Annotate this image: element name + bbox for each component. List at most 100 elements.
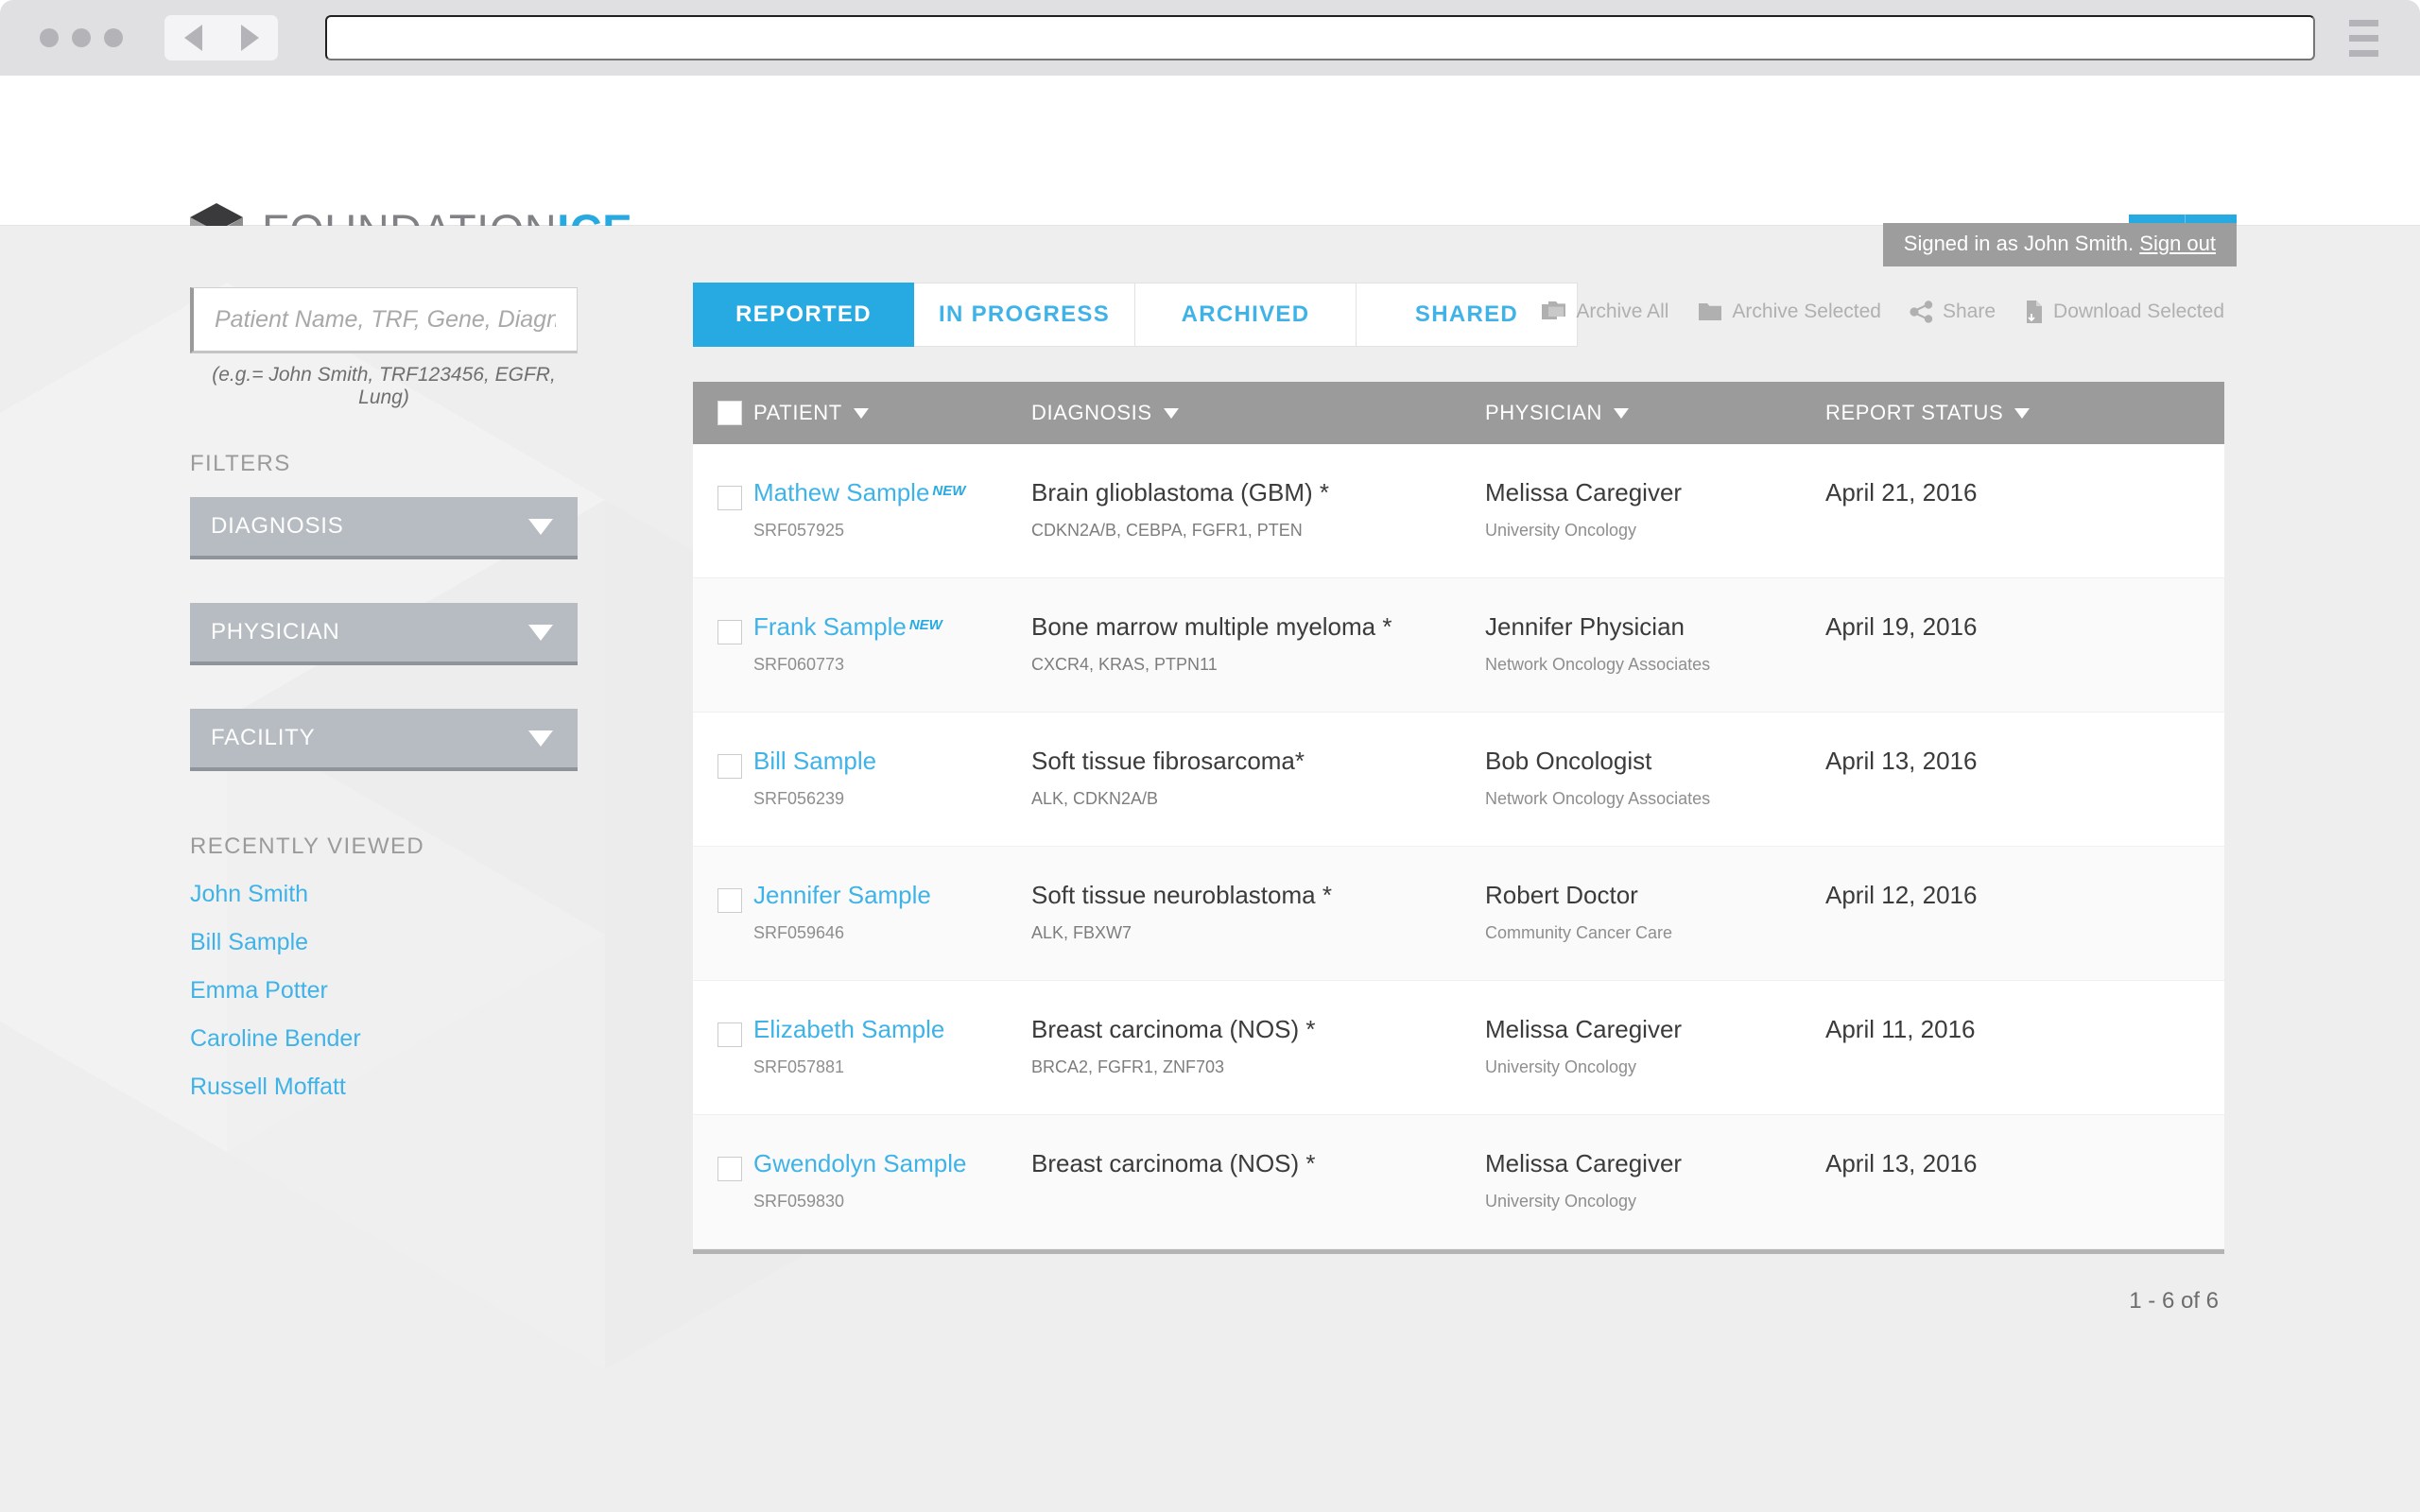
patient-name-link[interactable]: Mathew Sample (753, 478, 929, 507)
row-checkbox-cell (693, 1115, 753, 1248)
column-header-report-status[interactable]: REPORT STATUS (1825, 401, 2224, 425)
row-checkbox-cell (693, 578, 753, 712)
new-badge: NEW (909, 617, 942, 633)
recent-item-bill-sample[interactable]: Bill Sample (190, 929, 578, 956)
browser-chrome (0, 0, 2420, 76)
patient-name-link[interactable]: Frank Sample (753, 612, 907, 641)
physician-facility: University Oncology (1485, 1192, 1825, 1211)
chevron-down-icon (528, 730, 553, 747)
diagnosis-text: Breast carcinoma (NOS) * (1031, 1015, 1485, 1044)
tab-archived[interactable]: ARCHIVED (1135, 283, 1357, 347)
tab-reported[interactable]: REPORTED (693, 283, 914, 347)
archive-selected-label: Archive Selected (1732, 301, 1881, 323)
sort-caret-icon (1164, 408, 1179, 419)
physician-name: Bob Oncologist (1485, 747, 1825, 776)
column-header-report-status-label: REPORT STATUS (1825, 401, 2003, 425)
patient-name-link[interactable]: Bill Sample (753, 747, 876, 775)
url-input[interactable] (325, 15, 2315, 60)
cell-report-status: April 13, 2016 (1825, 713, 2224, 846)
cell-physician: Jennifer Physician Network Oncology Asso… (1485, 578, 1825, 712)
filter-label-diagnosis: DIAGNOSIS (211, 513, 344, 540)
row-checkbox[interactable] (717, 1157, 742, 1181)
signed-in-text: Signed in as John Smith. (1904, 232, 2134, 255)
download-selected-button[interactable]: Download Selected (2024, 300, 2224, 324)
physician-name: Melissa Caregiver (1485, 1149, 1825, 1178)
search-input[interactable] (190, 287, 578, 353)
cell-physician: Robert Doctor Community Cancer Care (1485, 847, 1825, 980)
cell-physician: Melissa Caregiver University Oncology (1485, 1115, 1825, 1248)
diagnosis-text: Soft tissue fibrosarcoma* (1031, 747, 1485, 776)
recent-item-caroline-bender[interactable]: Caroline Bender (190, 1025, 578, 1053)
select-all-checkbox[interactable] (717, 401, 742, 425)
column-header-diagnosis[interactable]: DIAGNOSIS (1031, 401, 1485, 425)
sidebar: (e.g.= John Smith, TRF123456, EGFR, Lung… (190, 287, 578, 1101)
archive-all-button[interactable]: Archive All (1541, 301, 1668, 323)
diagnosis-genes: ALK, CDKN2A/B (1031, 789, 1485, 809)
table-row[interactable]: Gwendolyn Sample SRF059830 Breast carcin… (693, 1115, 2224, 1249)
archive-selected-button[interactable]: Archive Selected (1697, 301, 1881, 323)
share-icon (1910, 301, 1934, 323)
column-header-diagnosis-label: DIAGNOSIS (1031, 401, 1152, 425)
physician-facility: University Oncology (1485, 521, 1825, 541)
diagnosis-genes: CDKN2A/B, CEBPA, FGFR1, PTEN (1031, 521, 1485, 541)
table-row[interactable]: Bill Sample SRF056239 Soft tissue fibros… (693, 713, 2224, 847)
forward-arrow-icon[interactable] (241, 25, 259, 51)
row-checkbox[interactable] (717, 754, 742, 779)
patient-name-link[interactable]: Elizabeth Sample (753, 1015, 944, 1043)
chevron-down-icon (528, 519, 553, 535)
close-window-button[interactable] (40, 28, 59, 47)
diagnosis-genes: BRCA2, FGFR1, ZNF703 (1031, 1057, 1485, 1077)
recent-item-emma-potter[interactable]: Emma Potter (190, 977, 578, 1005)
patient-trf-id: SRF059830 (753, 1192, 1031, 1211)
select-all-checkbox-cell (693, 401, 753, 425)
pagination-summary: 1 - 6 of 6 (693, 1288, 2224, 1314)
sign-out-link[interactable]: Sign out (2139, 232, 2216, 255)
column-header-patient-label: PATIENT (753, 401, 842, 425)
table-row[interactable]: Jennifer Sample SRF059646 Soft tissue ne… (693, 847, 2224, 981)
diagnosis-genes: CXCR4, KRAS, PTPN11 (1031, 655, 1485, 675)
row-checkbox[interactable] (717, 620, 742, 644)
sort-caret-icon (854, 408, 869, 419)
filter-dropdown-facility[interactable]: FACILITY (190, 709, 578, 771)
filter-dropdown-diagnosis[interactable]: DIAGNOSIS (190, 497, 578, 559)
folder-icon (1697, 301, 1723, 323)
minimize-window-button[interactable] (72, 28, 91, 47)
cell-report-status: April 21, 2016 (1825, 444, 2224, 577)
signed-in-bar: Signed in as John Smith. Sign out (1883, 223, 2237, 266)
patient-name-link[interactable]: Jennifer Sample (753, 881, 931, 909)
table-row[interactable]: Frank SampleNEW SRF060773 Bone marrow mu… (693, 578, 2224, 713)
sort-caret-icon (1614, 408, 1629, 419)
column-header-physician[interactable]: PHYSICIAN (1485, 401, 1825, 425)
filter-dropdown-physician[interactable]: PHYSICIAN (190, 603, 578, 665)
hamburger-menu-icon[interactable] (2349, 20, 2378, 57)
column-header-patient[interactable]: PATIENT (753, 401, 1031, 425)
row-checkbox[interactable] (717, 1022, 742, 1047)
browser-nav-buttons (164, 15, 278, 60)
cell-diagnosis: Bone marrow multiple myeloma * CXCR4, KR… (1031, 578, 1485, 712)
patient-trf-id: SRF059646 (753, 923, 1031, 943)
filter-label-physician: PHYSICIAN (211, 619, 340, 645)
table-actions-toolbar: Archive All Archive Selected Share (1541, 300, 2224, 324)
recent-item-russell-moffatt[interactable]: Russell Moffatt (190, 1074, 578, 1101)
recent-item-john-smith[interactable]: John Smith (190, 881, 578, 908)
physician-name: Robert Doctor (1485, 881, 1825, 910)
row-checkbox-cell (693, 713, 753, 846)
back-arrow-icon[interactable] (184, 25, 202, 51)
cell-patient: Frank SampleNEW SRF060773 (753, 578, 1031, 712)
row-checkbox[interactable] (717, 888, 742, 913)
report-status-date: April 13, 2016 (1825, 1149, 2224, 1178)
maximize-window-button[interactable] (104, 28, 123, 47)
cell-diagnosis: Brain glioblastoma (GBM) * CDKN2A/B, CEB… (1031, 444, 1485, 577)
share-button[interactable]: Share (1910, 301, 1996, 323)
row-checkbox[interactable] (717, 486, 742, 510)
cell-diagnosis: Soft tissue fibrosarcoma* ALK, CDKN2A/B (1031, 713, 1485, 846)
table-row[interactable]: Elizabeth Sample SRF057881 Breast carcin… (693, 981, 2224, 1115)
table-row[interactable]: Mathew SampleNEW SRF057925 Brain gliobla… (693, 444, 2224, 578)
cell-patient: Mathew SampleNEW SRF057925 (753, 444, 1031, 577)
share-label: Share (1943, 301, 1996, 323)
cell-patient: Jennifer Sample SRF059646 (753, 847, 1031, 980)
report-status-date: April 13, 2016 (1825, 747, 2224, 776)
cell-patient: Bill Sample SRF056239 (753, 713, 1031, 846)
patient-name-link[interactable]: Gwendolyn Sample (753, 1149, 966, 1177)
tab-in-progress[interactable]: IN PROGRESS (914, 283, 1135, 347)
